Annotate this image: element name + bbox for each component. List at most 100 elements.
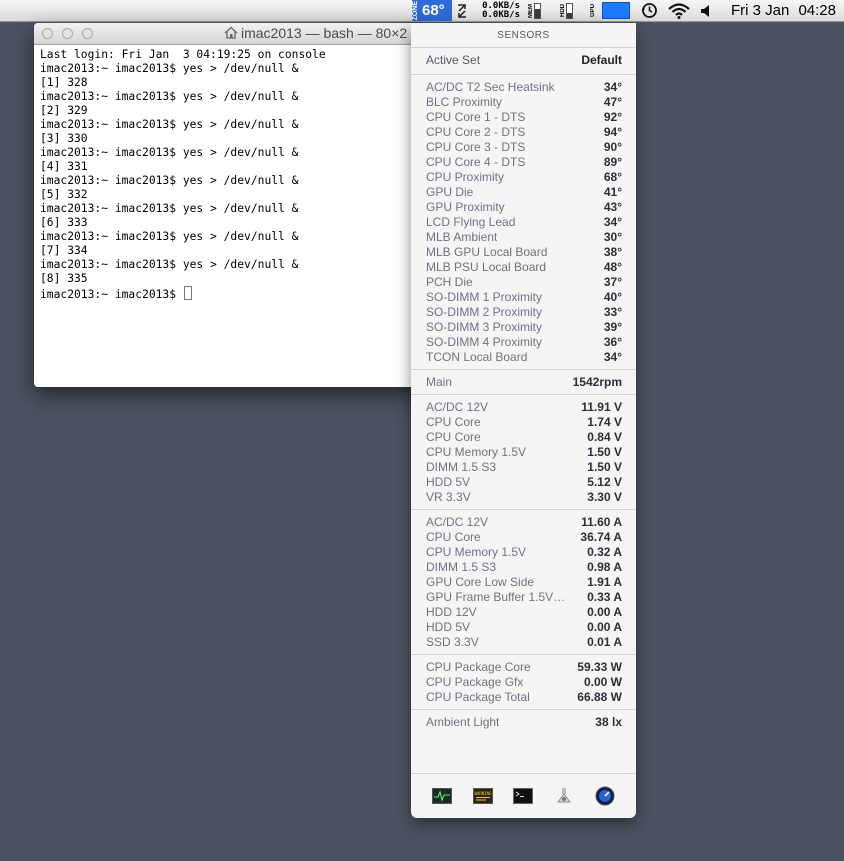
sensor-row[interactable]: HDD 12V 0.00 A [411,605,636,620]
network-icon[interactable] [456,0,468,21]
active-set-row[interactable]: Active Set Default [411,53,636,68]
sensor-value: 40° [603,290,622,304]
sensor-row[interactable]: LCD Flying Lead 34° [411,215,636,230]
sensor-value: 66.88 W [577,690,622,704]
sensor-value: 34° [603,215,622,229]
gpu-gauge[interactable] [602,2,630,19]
active-set-section[interactable]: Active Set Default [411,47,636,74]
sensor-row[interactable]: CPU Memory 1.5V 0.32 A [411,545,636,560]
sensor-name: Main [426,375,453,389]
sensor-value: 39° [603,320,622,334]
sensor-name: MLB Ambient [426,230,498,244]
system-information-icon[interactable] [554,788,574,804]
minimize-button[interactable] [62,28,73,39]
sensor-name: CPU Core [426,430,481,444]
wifi-icon[interactable] [668,0,690,21]
sensor-value: 11.91 V [581,400,622,414]
memory-gauge[interactable]: MEM [528,0,541,21]
gpu-label-wrap: GPU [590,0,596,21]
time-machine-icon[interactable] [641,0,658,21]
sensor-name: CPU Core 3 - DTS [426,140,526,154]
sensor-row[interactable]: CPU Package Gfx 0.00 W [411,675,636,690]
active-set-value[interactable]: Default [581,53,622,68]
disk-gauge[interactable]: HDD [560,0,573,21]
sensor-row[interactable]: CPU Core 4 - DTS 89° [411,155,636,170]
sensor-row[interactable]: CPU Proximity 68° [411,170,636,185]
terminal-line: [5] 332 [40,188,88,201]
sensor-row[interactable]: BLC Proximity 47° [411,95,636,110]
sensor-row[interactable]: AC/DC T2 Sec Heatsink 34° [411,80,636,95]
sensor-row[interactable]: GPU Frame Buffer 1.5V… 0.33 A [411,590,636,605]
console-icon[interactable]: WARNING [472,788,493,804]
sensor-name: BLC Proximity [426,95,503,109]
sensor-row[interactable]: Ambient Light 38 lx [411,715,636,730]
sensor-name: GPU Core Low Side [426,575,535,589]
sensor-row[interactable]: CPU Core 1 - DTS 92° [411,110,636,125]
power-section: CPU Package Core 59.33 W CPU Package Gfx 0.… [411,654,636,709]
sensor-name: AC/DC T2 Sec Heatsink [426,80,555,94]
terminal-cursor [183,286,192,300]
sensor-row[interactable]: GPU Core Low Side 1.91 A [411,575,636,590]
network-rates[interactable]: 0.0KB/s 0.0KB/s [478,0,520,21]
sensor-value: 38 lx [595,715,622,729]
sensor-name: GPU Proximity [426,200,505,214]
current-section: AC/DC 12V 11.60 A CPU Core 36.74 A CPU Memor… [411,509,636,654]
menubar-date[interactable]: Fri 3 Jan [731,0,789,21]
sensor-row[interactable]: HDD 5V 5.12 V [411,475,636,490]
sensor-row[interactable]: CPU Package Total 66.88 W [411,690,636,705]
terminal-titlebar[interactable]: imac2013 — bash — 80×2 [34,23,424,45]
sensor-row[interactable]: Main 1542rpm [411,375,636,390]
sensor-row[interactable]: SO-DIMM 2 Proximity 33° [411,305,636,320]
sensor-value: 37° [603,275,622,289]
sensor-row[interactable]: CPU Core 1.74 V [411,415,636,430]
sensor-row[interactable]: MLB PSU Local Board 48° [411,260,636,275]
sensor-value: 59.33 W [577,660,622,674]
sensor-name: HDD 5V [426,475,471,489]
close-button[interactable] [42,28,53,39]
sensor-row[interactable]: CPU Core 2 - DTS 94° [411,125,636,140]
sensor-value: 0.00 A [587,620,622,634]
sensor-name: HDD 12V [426,605,477,619]
terminal-lines: Last login: Fri Jan 3 04:19:25 on consol… [40,48,418,286]
sensor-name: CPU Memory 1.5V [426,545,527,559]
fan-section: Main 1542rpm [411,369,636,394]
sensor-row[interactable]: CPU Package Core 59.33 W [411,660,636,675]
voltage-section: AC/DC 12V 11.91 V CPU Core 1.74 V CPU Core 0.… [411,394,636,509]
terminal-output[interactable]: Last login: Fri Jan 3 04:19:25 on consol… [34,45,424,305]
sensor-row[interactable]: PCH Die 37° [411,275,636,290]
sensor-row[interactable]: CPU Memory 1.5V 1.50 V [411,445,636,460]
activity-monitor-icon[interactable] [431,788,452,804]
network-utility-icon[interactable] [595,786,615,806]
zoom-button[interactable] [82,28,93,39]
sensor-row[interactable]: SO-DIMM 3 Proximity 39° [411,320,636,335]
sensor-row[interactable]: MLB Ambient 30° [411,230,636,245]
sensor-row[interactable]: SSD 3.3V 0.01 A [411,635,636,650]
menubar-temperature: 68° [422,2,445,19]
sensor-row[interactable]: SO-DIMM 4 Proximity 36° [411,335,636,350]
sensor-row[interactable]: SO-DIMM 1 Proximity 40° [411,290,636,305]
net-down-rate: 0.0KB/s [482,9,520,20]
sensors-footer: WARNING [411,773,636,818]
sensor-row[interactable]: TCON Local Board 34° [411,350,636,365]
sensor-row[interactable]: GPU Die 41° [411,185,636,200]
sensor-row[interactable]: GPU Proximity 43° [411,200,636,215]
sensors-header: SENSORS [411,23,636,47]
sensor-row[interactable]: DIMM 1.5 S3 1.50 V [411,460,636,475]
sensor-row[interactable]: VR 3.3V 3.30 V [411,490,636,505]
terminal-window[interactable]: imac2013 — bash — 80×2 Last login: Fri J… [34,23,424,387]
terminal-icon[interactable] [513,788,534,804]
sensor-row[interactable]: DIMM 1.5 S3 0.98 A [411,560,636,575]
sensor-row[interactable]: AC/DC 12V 11.60 A [411,515,636,530]
sensor-row[interactable]: CPU Core 36.74 A [411,530,636,545]
sensor-value: 0.00 W [583,675,622,689]
sensor-row[interactable]: CPU Core 0.84 V [411,430,636,445]
temperature-menu[interactable]: ZONE 68° [412,0,452,21]
sensor-row[interactable]: HDD 5V 0.00 A [411,620,636,635]
sensor-value: 1.74 V [587,415,622,429]
sensor-row[interactable]: CPU Core 3 - DTS 90° [411,140,636,155]
menubar-time[interactable]: 04:28 [798,0,836,21]
sensor-row[interactable]: AC/DC 12V 11.91 V [411,400,636,415]
active-set-label: Active Set [426,53,481,67]
sensor-row[interactable]: MLB GPU Local Board 38° [411,245,636,260]
volume-icon[interactable] [700,0,714,21]
